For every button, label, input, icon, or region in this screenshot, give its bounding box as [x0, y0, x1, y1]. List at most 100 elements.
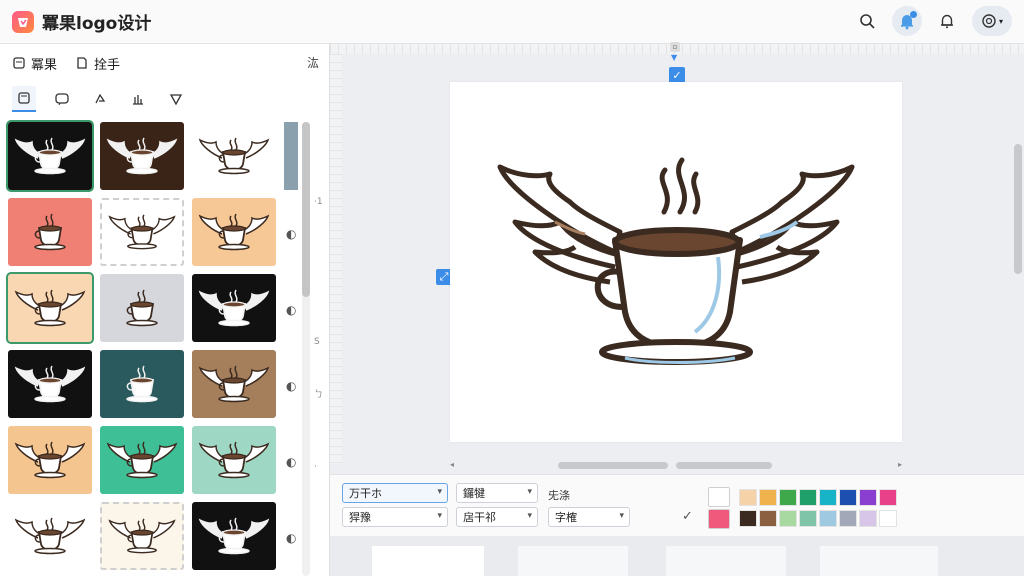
- tab-fruit[interactable]: 冪果: [12, 54, 57, 73]
- left-scrollbar-thumb[interactable]: [302, 122, 310, 297]
- svg-text:◐: ◐: [286, 227, 296, 241]
- template-thumbnail[interactable]: [6, 272, 94, 344]
- white-swatch[interactable]: [708, 487, 730, 507]
- color-swatch[interactable]: [739, 510, 757, 527]
- tab-hand[interactable]: 拴手: [75, 54, 120, 73]
- coffee-cup-icon: [106, 441, 178, 479]
- template-thumbnail[interactable]: [192, 274, 276, 342]
- canvas-scroll-thumb[interactable]: [558, 462, 668, 469]
- ruler-vertical: [330, 54, 342, 464]
- selected-color-swatch[interactable]: [708, 509, 730, 529]
- thumb-peek: [284, 122, 298, 190]
- align-select[interactable]: 扂干祁 ▾: [456, 507, 538, 527]
- template-thumbnail[interactable]: [100, 198, 184, 266]
- thumb-peek: ◐: [284, 274, 298, 342]
- coffee-cup-icon: [108, 518, 176, 554]
- align-value: 扂干祁: [463, 511, 496, 524]
- template-thumbnail[interactable]: [192, 426, 276, 494]
- scroll-right-icon[interactable]: ▸: [898, 460, 902, 469]
- text-tool-icon[interactable]: [50, 86, 74, 112]
- color-swatch[interactable]: [879, 489, 897, 506]
- templates-icon[interactable]: [12, 86, 36, 112]
- shapes-tool-icon[interactable]: [88, 86, 112, 112]
- thumb-peek: ◐: [284, 198, 298, 266]
- svg-text:◐: ◐: [286, 303, 296, 317]
- coffee-cup-icon: [126, 365, 158, 403]
- chevron-down-icon: ▾: [619, 511, 624, 521]
- weight-select[interactable]: 鑼犍 ▾: [456, 483, 538, 503]
- template-thumbnail[interactable]: [192, 122, 276, 190]
- template-thumbnail[interactable]: [8, 502, 92, 570]
- account-menu[interactable]: ▾: [972, 6, 1012, 36]
- canvas-vertical-scrollbar[interactable]: [1014, 144, 1022, 274]
- format-toolbar: 万干ホ ▾ 鑼犍 ▾ 兂涤 猂豫 ▾ 扂干祁 ▾ 字榷 ▾ ✓: [330, 474, 1024, 536]
- color-swatch[interactable]: [839, 489, 857, 506]
- color-swatch[interactable]: [799, 489, 817, 506]
- thumb-peek: ◐: [284, 350, 298, 418]
- color-swatch[interactable]: [859, 510, 877, 527]
- canvas-area: ▫ ▼ ✓ ⤢ ◂ ▸: [330, 42, 1024, 474]
- artboard[interactable]: [450, 82, 902, 442]
- notification-active-icon[interactable]: [892, 6, 922, 36]
- notification-badge: [910, 11, 917, 18]
- chevron-down-icon: ▾: [437, 487, 442, 497]
- color-swatch[interactable]: [859, 489, 877, 506]
- coffee-cup-icon: [198, 365, 270, 403]
- page-thumb[interactable]: [518, 546, 628, 576]
- collapse-button[interactable]: 汯: [307, 54, 319, 71]
- template-thumbnail[interactable]: [8, 350, 92, 418]
- color-swatch[interactable]: [819, 510, 837, 527]
- color-swatch[interactable]: [879, 510, 897, 527]
- template-thumbnail[interactable]: [8, 426, 92, 494]
- color-swatch[interactable]: [799, 510, 817, 527]
- coffee-cup-icon: [198, 441, 270, 479]
- chevron-down-icon: ▾: [437, 511, 442, 521]
- side-mark: ·1: [314, 197, 323, 207]
- template-thumbnail[interactable]: [192, 350, 276, 418]
- color-swatch[interactable]: [759, 489, 777, 506]
- template-thumbnail[interactable]: [100, 350, 184, 418]
- triangle-icon[interactable]: [164, 86, 188, 112]
- coffee-cup-icon: [198, 137, 270, 175]
- check-icon[interactable]: ✓: [682, 509, 693, 524]
- side-markers: ·1 S ㄅ ·: [314, 122, 328, 562]
- side-mark: ㄅ: [314, 390, 324, 400]
- coffee-cup-icon: [198, 289, 270, 327]
- check-top-handle[interactable]: ✓: [669, 67, 685, 83]
- scroll-left-icon[interactable]: ◂: [450, 460, 454, 469]
- chart-tool-icon[interactable]: [126, 86, 150, 112]
- template-thumbnail[interactable]: [192, 502, 276, 570]
- font-family-select[interactable]: 万干ホ ▾: [342, 483, 448, 503]
- color-swatch[interactable]: [779, 510, 797, 527]
- coffee-cup-icon: [198, 517, 270, 555]
- layout-select[interactable]: 猂豫 ▾: [342, 507, 448, 527]
- color-swatch[interactable]: [819, 489, 837, 506]
- page-thumb[interactable]: [666, 546, 786, 576]
- font-size-select[interactable]: 字榷 ▾: [548, 507, 630, 527]
- canvas-horizontal-scrollbar[interactable]: ◂ ▸: [450, 460, 902, 470]
- template-thumbnail[interactable]: [100, 426, 184, 494]
- svg-text:◐: ◐: [286, 379, 296, 393]
- left-scrollbar[interactable]: [302, 122, 310, 576]
- chevron-down-icon: ▾: [527, 487, 532, 497]
- page-thumb[interactable]: [820, 546, 938, 576]
- coffee-cup-icon: [34, 213, 66, 251]
- color-swatch[interactable]: [839, 510, 857, 527]
- weight-value: 鑼犍: [463, 487, 485, 500]
- template-thumbnail[interactable]: [100, 274, 184, 342]
- color-swatch[interactable]: [759, 510, 777, 527]
- color-swatch[interactable]: [739, 489, 757, 506]
- arrow-down-icon: ▼: [671, 53, 678, 62]
- template-thumbnail[interactable]: [6, 120, 94, 192]
- template-thumbnail[interactable]: [100, 502, 184, 570]
- canvas-scroll-thumb[interactable]: [676, 462, 772, 469]
- color-swatch[interactable]: [779, 489, 797, 506]
- template-thumbnail[interactable]: [8, 198, 92, 266]
- bell-icon[interactable]: [932, 6, 962, 36]
- top-guide-handle[interactable]: ▫: [670, 42, 680, 52]
- template-thumbnail[interactable]: [192, 198, 276, 266]
- search-icon[interactable]: [852, 6, 882, 36]
- page-thumb[interactable]: [372, 546, 484, 576]
- chevron-down-icon: ▾: [998, 16, 1003, 26]
- template-thumbnail[interactable]: [100, 122, 184, 190]
